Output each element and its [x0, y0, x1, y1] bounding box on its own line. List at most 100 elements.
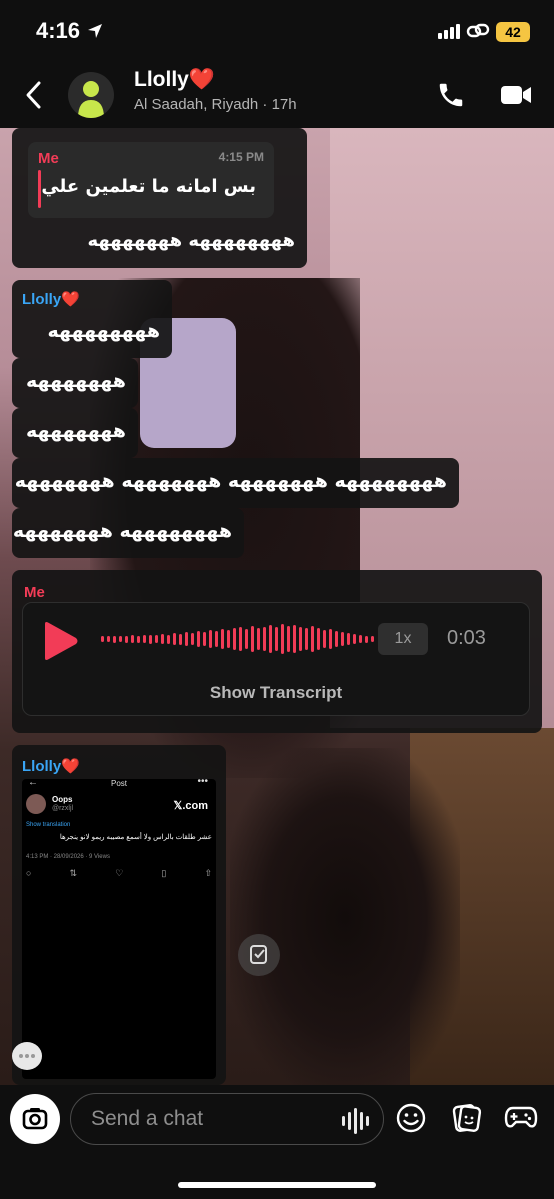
message-bubble-them[interactable]: هههههههه	[12, 358, 138, 408]
repost-icon: ⇅	[69, 868, 78, 878]
audio-waveform[interactable]	[101, 623, 374, 655]
quote-time: 4:15 PM	[218, 150, 264, 164]
location-arrow-icon	[88, 24, 102, 38]
shared-post-bubble[interactable]: Llolly❤️ ← Post ••• Oops @rzxljl 𝕏.com S…	[12, 745, 226, 1085]
home-indicator	[178, 1182, 376, 1188]
battery-indicator: 42	[496, 22, 530, 42]
waveform-bar	[149, 634, 152, 644]
waveform-bar	[269, 625, 272, 653]
waveform-bar	[299, 627, 302, 651]
waveform-bar	[347, 633, 350, 645]
back-chevron-icon[interactable]	[24, 80, 42, 110]
message-sender: Me	[24, 584, 45, 601]
waveform-bar	[107, 636, 110, 642]
playback-speed-button[interactable]: 1x	[378, 623, 428, 655]
waveform-bar	[245, 629, 248, 649]
waveform-bar	[365, 635, 368, 643]
waveform-bar	[167, 634, 170, 644]
camera-button[interactable]	[10, 1094, 60, 1144]
message-text: ههههههههه هههههههه	[87, 230, 295, 251]
voice-player: 1x 0:03 Show Transcript	[22, 602, 530, 716]
post-handle: @rzxljl	[52, 805, 74, 812]
waveform-bar	[119, 636, 122, 642]
quoted-message[interactable]: Me 4:15 PM بس امانه ما تعلمين علي	[28, 142, 274, 218]
waveform-bar	[197, 631, 200, 647]
message-text: ههههههههه	[47, 320, 161, 342]
waveform-bar	[209, 630, 212, 648]
post-more-icon: •••	[197, 779, 208, 787]
waveform-bar	[161, 634, 164, 644]
waveform-bar	[185, 632, 188, 646]
quote-sender: Me	[38, 150, 59, 167]
chat-input-placeholder: Send a chat	[91, 1107, 204, 1130]
voice-duration: 0:03	[447, 627, 486, 649]
waveform-bar	[137, 635, 140, 643]
chat-input[interactable]: Send a chat	[70, 1093, 384, 1145]
message-sender: Llolly❤️	[22, 291, 80, 308]
waveform-bar	[113, 635, 116, 643]
waveform-bar	[329, 629, 332, 649]
post-source: 𝕏.com	[173, 800, 208, 812]
share-icon: ⇧	[204, 868, 212, 878]
avatar-figure-icon	[78, 81, 104, 118]
waveform-bar	[359, 635, 362, 643]
waveform-bar	[293, 625, 296, 653]
post-translation-link: Show translation	[26, 822, 71, 828]
waveform-bar	[275, 627, 278, 651]
quote-text: بس امانه ما تعلمين علي	[41, 176, 256, 197]
waveform-bar	[233, 628, 236, 650]
phone-icon[interactable]	[436, 80, 466, 110]
waveform-bar	[191, 633, 194, 645]
reply-icon: ○	[26, 868, 32, 878]
video-icon[interactable]	[500, 82, 532, 108]
status-time: 4:16	[36, 18, 81, 43]
message-bubble-them[interactable]: ههههههههه هههههههه	[12, 508, 244, 558]
emoji-icon[interactable]	[395, 1102, 427, 1134]
mic-icon[interactable]	[342, 1108, 369, 1134]
waveform-bar	[101, 636, 104, 642]
voice-message-bubble[interactable]: Me 1x 0:03 Show Transcript	[12, 570, 542, 733]
typing-icon	[12, 1042, 42, 1070]
waveform-bar	[125, 635, 128, 643]
post-meta: 4:13 PM · 28/09/2026 · 9 Views	[26, 854, 110, 860]
post-text: عشر طلقات بالراس ولا أسمع مصيبه ريمو لان…	[59, 834, 212, 841]
shared-post-card[interactable]: ← Post ••• Oops @rzxljl 𝕏.com Show trans…	[22, 779, 216, 1079]
contact-location: Al Saadah, Riyadh · 17h	[134, 96, 297, 113]
message-text: ههههههههه هههههههه	[12, 520, 232, 542]
waveform-bar	[263, 627, 266, 651]
message-bubble-them[interactable]: Llolly❤️ ههههههههه	[12, 280, 172, 358]
link-icon	[466, 23, 490, 38]
waveform-bar	[353, 634, 356, 644]
message-bubble-them[interactable]: ههههههههه هههههههه هههههههه هههههههه	[12, 458, 459, 508]
play-icon[interactable]	[41, 621, 79, 661]
save-icon[interactable]	[238, 934, 280, 976]
composer-bar: Send a chat	[0, 1085, 554, 1199]
post-title: Post	[110, 779, 127, 788]
status-bar: 4:16 42	[0, 0, 554, 62]
message-bubble-them[interactable]: هههههههه	[12, 408, 138, 458]
sticker-icon[interactable]	[452, 1102, 482, 1134]
message-sender: Llolly❤️	[22, 758, 80, 775]
avatar[interactable]	[68, 72, 114, 118]
waveform-bar	[257, 628, 260, 650]
waveform-bar	[371, 636, 374, 642]
message-bubble-me[interactable]: Me 4:15 PM بس امانه ما تعلمين علي هههههه…	[12, 128, 307, 268]
game-icon[interactable]	[504, 1102, 538, 1132]
show-transcript-button[interactable]: Show Transcript	[23, 683, 529, 703]
waveform-bar	[155, 635, 158, 643]
signal-icon	[438, 24, 460, 39]
post-actions: ○ ⇅ ♡ ▯ ⇧	[26, 868, 212, 879]
waveform-bar	[239, 627, 242, 651]
message-text: هههههههه	[26, 420, 126, 442]
waveform-bar	[131, 635, 134, 643]
bookmark-icon: ▯	[161, 868, 167, 878]
post-author: Oops	[52, 795, 73, 804]
waveform-bar	[173, 633, 176, 645]
waveform-bar	[323, 630, 326, 648]
waveform-bar	[317, 628, 320, 650]
waveform-bar	[227, 630, 230, 648]
chat-header: Llolly❤️ Al Saadah, Riyadh · 17h	[0, 62, 554, 128]
contact-name[interactable]: Llolly❤️	[134, 68, 215, 92]
waveform-bar	[251, 626, 254, 652]
waveform-bar	[143, 635, 146, 643]
